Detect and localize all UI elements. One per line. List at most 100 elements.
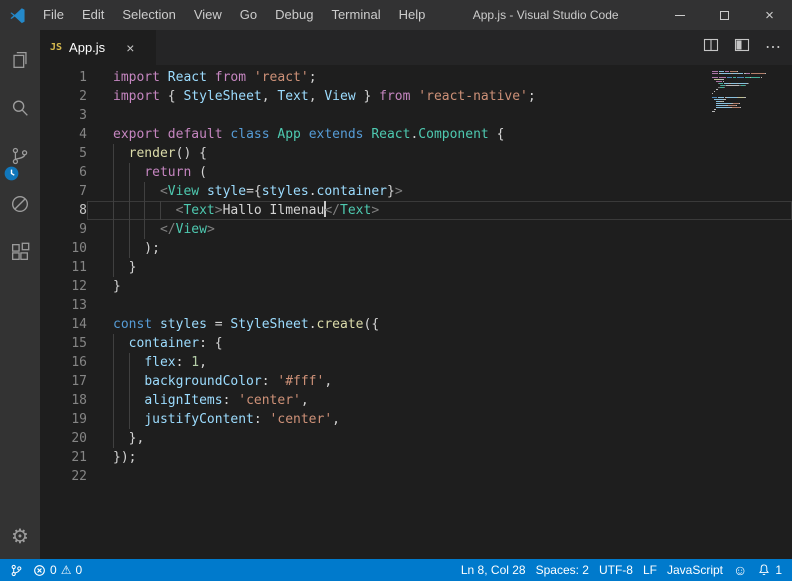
editor-layout-icon[interactable] bbox=[734, 37, 750, 58]
git-branch-icon[interactable] bbox=[10, 564, 23, 577]
code-line[interactable]: 9 </View> bbox=[40, 220, 792, 239]
indent-guide bbox=[113, 429, 114, 448]
split-editor-icon[interactable] bbox=[703, 37, 719, 58]
line-number: 5 bbox=[40, 144, 87, 163]
indent-guide bbox=[144, 201, 145, 220]
cursor-position[interactable]: Ln 8, Col 28 bbox=[461, 563, 526, 577]
status-right: Ln 8, Col 28 Spaces: 2 UTF-8 LF JavaScri… bbox=[461, 563, 782, 577]
line-number: 14 bbox=[40, 315, 87, 334]
search-icon[interactable] bbox=[0, 84, 40, 132]
warning-count: 0 bbox=[75, 563, 82, 577]
indent-guide bbox=[129, 353, 130, 372]
line-number: 19 bbox=[40, 410, 87, 429]
eol-setting[interactable]: LF bbox=[643, 563, 657, 577]
code-line[interactable]: 5 render() { bbox=[40, 144, 792, 163]
indent-guide bbox=[113, 353, 114, 372]
code-line[interactable]: 21}); bbox=[40, 448, 792, 467]
code-line[interactable]: 1import React from 'react'; bbox=[40, 68, 792, 87]
minimize-button[interactable] bbox=[657, 0, 702, 30]
code-line[interactable]: 16 flex: 1, bbox=[40, 353, 792, 372]
minimap[interactable] bbox=[712, 71, 778, 115]
indentation-setting[interactable]: Spaces: 2 bbox=[536, 563, 589, 577]
menu-help[interactable]: Help bbox=[390, 0, 435, 30]
code-line[interactable]: 11 } bbox=[40, 258, 792, 277]
indent-guide bbox=[129, 372, 130, 391]
line-number: 11 bbox=[40, 258, 87, 277]
code-line[interactable]: 13 bbox=[40, 296, 792, 315]
menu-terminal[interactable]: Terminal bbox=[322, 0, 389, 30]
explorer-icon[interactable] bbox=[0, 36, 40, 84]
maximize-button[interactable] bbox=[702, 0, 747, 30]
vscode-logo-icon bbox=[0, 7, 34, 24]
indent-guide bbox=[113, 410, 114, 429]
line-number: 21 bbox=[40, 448, 87, 467]
code-line[interactable]: 18 alignItems: 'center', bbox=[40, 391, 792, 410]
code-line[interactable]: 2import { StyleSheet, Text, View } from … bbox=[40, 87, 792, 106]
close-button[interactable]: × bbox=[747, 0, 792, 30]
code-line[interactable]: 22 bbox=[40, 467, 792, 486]
problems-indicator[interactable]: 0 ⚠ 0 bbox=[33, 563, 82, 577]
window-controls: × bbox=[657, 0, 792, 30]
editor-actions: ⋯ bbox=[703, 30, 782, 65]
menu-go[interactable]: Go bbox=[231, 0, 266, 30]
indent-guide bbox=[113, 239, 114, 258]
code-line[interactable]: 19 justifyContent: 'center', bbox=[40, 410, 792, 429]
window-title: App.js - Visual Studio Code bbox=[434, 8, 657, 22]
status-left: 0 ⚠ 0 bbox=[10, 563, 82, 577]
menu-bar: File Edit Selection View Go Debug Termin… bbox=[34, 0, 434, 30]
extensions-icon[interactable] bbox=[0, 228, 40, 276]
indent-guide bbox=[113, 220, 114, 239]
notifications-bell[interactable]: 1 bbox=[757, 563, 782, 577]
menu-edit[interactable]: Edit bbox=[73, 0, 113, 30]
vscode-window: File Edit Selection View Go Debug Termin… bbox=[0, 0, 792, 581]
indent-guide bbox=[129, 239, 130, 258]
indent-guide bbox=[129, 410, 130, 429]
line-number: 16 bbox=[40, 353, 87, 372]
code-line[interactable]: 10 ); bbox=[40, 239, 792, 258]
feedback-smiley-icon[interactable]: ☺ bbox=[733, 563, 747, 577]
code-line[interactable]: 7 <View style={styles.container}> bbox=[40, 182, 792, 201]
indent-guide bbox=[113, 201, 114, 220]
bell-icon bbox=[757, 563, 771, 577]
line-number: 8 bbox=[40, 201, 87, 220]
indent-guide bbox=[113, 391, 114, 410]
code-line[interactable]: 8 <Text>Hallo Ilmenau</Text> bbox=[40, 201, 792, 220]
line-number: 13 bbox=[40, 296, 87, 315]
code-line[interactable]: 3 bbox=[40, 106, 792, 125]
line-number: 9 bbox=[40, 220, 87, 239]
code-line[interactable]: 6 return ( bbox=[40, 163, 792, 182]
indent-guide bbox=[129, 220, 130, 239]
line-number: 2 bbox=[40, 87, 87, 106]
line-number: 3 bbox=[40, 106, 87, 125]
indent-guide bbox=[144, 182, 145, 201]
title-bar: File Edit Selection View Go Debug Termin… bbox=[0, 0, 792, 30]
menu-file[interactable]: File bbox=[34, 0, 73, 30]
tab-appjs[interactable]: JS App.js × bbox=[40, 30, 156, 65]
language-mode[interactable]: JavaScript bbox=[667, 563, 723, 577]
tab-label: App.js bbox=[69, 40, 105, 55]
line-number: 4 bbox=[40, 125, 87, 144]
code-editor[interactable]: 1import React from 'react';2import { Sty… bbox=[40, 65, 792, 559]
editor-lines: 1import React from 'react';2import { Sty… bbox=[40, 68, 792, 486]
code-line[interactable]: 17 backgroundColor: '#fff', bbox=[40, 372, 792, 391]
maximize-icon bbox=[720, 11, 729, 20]
code-line[interactable]: 20 }, bbox=[40, 429, 792, 448]
line-number: 10 bbox=[40, 239, 87, 258]
minimize-icon bbox=[675, 15, 685, 16]
status-bar: 0 ⚠ 0 Ln 8, Col 28 Spaces: 2 UTF-8 LF Ja… bbox=[0, 559, 792, 581]
settings-gear-icon[interactable]: ⚙ bbox=[11, 527, 29, 547]
source-control-icon[interactable] bbox=[0, 132, 40, 180]
menu-selection[interactable]: Selection bbox=[113, 0, 184, 30]
code-line[interactable]: 4export default class App extends React.… bbox=[40, 125, 792, 144]
close-tab-icon[interactable]: × bbox=[126, 41, 134, 55]
code-line[interactable]: 15 container: { bbox=[40, 334, 792, 353]
debug-icon[interactable] bbox=[0, 180, 40, 228]
indent-guide bbox=[113, 258, 114, 277]
indent-guide bbox=[113, 144, 114, 163]
code-line[interactable]: 12} bbox=[40, 277, 792, 296]
menu-view[interactable]: View bbox=[185, 0, 231, 30]
code-line[interactable]: 14const styles = StyleSheet.create({ bbox=[40, 315, 792, 334]
menu-debug[interactable]: Debug bbox=[266, 0, 322, 30]
more-actions-icon[interactable]: ⋯ bbox=[765, 40, 782, 56]
encoding-setting[interactable]: UTF-8 bbox=[599, 563, 633, 577]
